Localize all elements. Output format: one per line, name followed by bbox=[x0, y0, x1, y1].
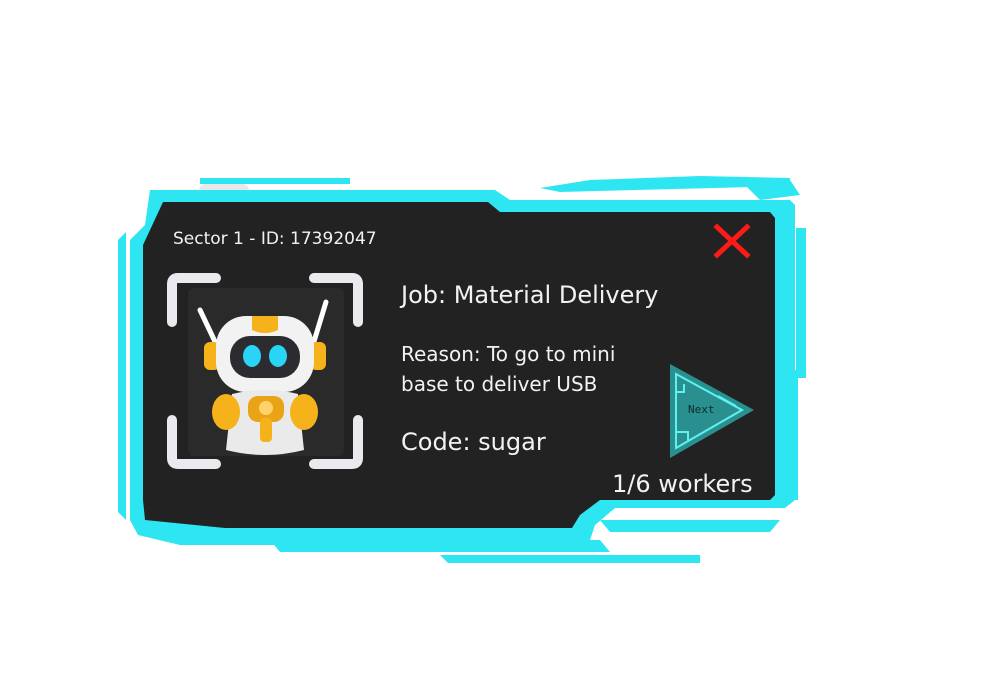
close-x-icon bbox=[713, 223, 751, 259]
sector-id-label: Sector 1 - ID: 17392047 bbox=[173, 229, 377, 249]
worker-card-screen: Sector 1 - ID: 17392047 Job: Material De… bbox=[0, 0, 1000, 700]
decor-strip bbox=[200, 178, 350, 184]
job-reason: Reason: To go to mini base to deliver US… bbox=[401, 342, 616, 396]
decor-bar bbox=[118, 232, 126, 520]
play-arrow-icon bbox=[670, 364, 754, 458]
close-button[interactable] bbox=[712, 222, 752, 260]
decor-bar bbox=[796, 228, 806, 378]
decor-strip bbox=[600, 520, 780, 532]
workers-count: 1/6 workers bbox=[612, 470, 753, 498]
job-title: Job: Material Delivery bbox=[401, 281, 659, 309]
decor-strip bbox=[440, 555, 700, 563]
next-button[interactable] bbox=[666, 362, 756, 460]
decor-strip bbox=[740, 180, 800, 200]
job-code: Code: sugar bbox=[401, 428, 546, 456]
robot-avatar-icon bbox=[197, 299, 329, 455]
